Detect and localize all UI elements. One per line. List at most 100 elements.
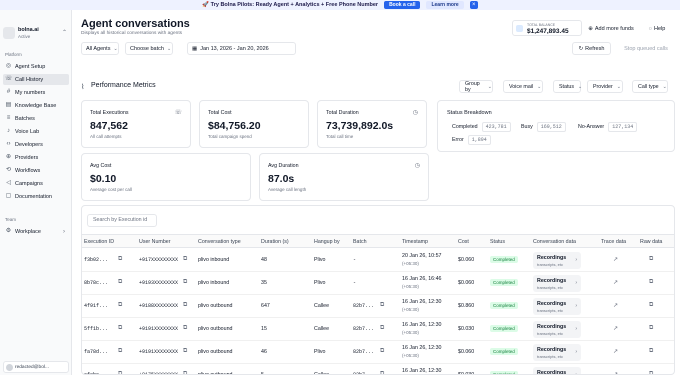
timestamp: 16 Jan 26, 16:46: [402, 276, 442, 282]
copy-icon[interactable]: ⧉: [649, 256, 653, 263]
recordings-button[interactable]: Recordingstranscripts, etc›: [533, 252, 581, 269]
sidebar-item-batches[interactable]: ≡ Batches: [3, 113, 69, 124]
timestamp: 16 Jan 26, 12:30: [402, 299, 442, 305]
sidebar-item-documentation[interactable]: ▢ Documentation: [3, 191, 69, 202]
column-header[interactable]: Raw data: [640, 239, 662, 245]
org-avatar: [3, 27, 15, 39]
batch-id: -: [353, 280, 357, 286]
sidebar-item-agent-setup[interactable]: ◎ Agent Setup: [3, 61, 69, 72]
date-range-value: Jan 13, 2026 - Jan 20, 2026: [200, 45, 269, 52]
column-header[interactable]: Hangup by: [314, 239, 340, 245]
group-by-dropdown[interactable]: Group by ⌄: [459, 80, 493, 93]
date-range-picker[interactable]: ▦ Jan 13, 2026 - Jan 20, 2026: [187, 42, 296, 55]
external-link-icon[interactable]: ↗: [613, 371, 618, 374]
call-type-dropdown[interactable]: Call type ⌄: [632, 80, 668, 93]
status-badge: Completed: [490, 325, 518, 332]
hangup-by: Callee: [314, 326, 330, 332]
clock-icon: ◷: [412, 110, 418, 116]
copy-icon[interactable]: ⧉: [649, 302, 653, 309]
copy-icon[interactable]: ⧉: [118, 302, 122, 309]
sidebar-item-workflows[interactable]: ⟲ Workflows: [3, 165, 69, 176]
external-link-icon[interactable]: ↗: [613, 325, 618, 332]
copy-icon[interactable]: ⧉: [649, 348, 653, 355]
execution-id[interactable]: 4f91f...: [84, 303, 108, 309]
copy-icon[interactable]: ⧉: [649, 371, 653, 374]
column-header[interactable]: Trace data: [601, 239, 626, 245]
add-funds-button[interactable]: ⊕ Add more funds: [586, 22, 636, 35]
copy-icon[interactable]: ⧉: [183, 302, 187, 309]
sidebar-item-workplace[interactable]: ⚙ Workplace ›: [3, 226, 69, 237]
table-row[interactable]: fa78d... ⧉ +9191XXXXXXXX ⧉ plivo outbound 46 P…: [82, 341, 674, 364]
copy-icon[interactable]: ⧉: [118, 348, 122, 355]
recordings-button[interactable]: Recordingstranscripts, etc›: [533, 367, 581, 375]
provider-dropdown[interactable]: Provider ⌄: [587, 80, 623, 93]
external-link-icon[interactable]: ↗: [613, 348, 618, 355]
copy-icon[interactable]: ⧉: [183, 256, 187, 263]
stop-queued-calls-button[interactable]: Stop queued calls: [616, 42, 676, 55]
execution-id[interactable]: f3b02...: [84, 257, 108, 263]
copy-icon[interactable]: ⧉: [380, 371, 384, 374]
column-header[interactable]: Status: [490, 239, 505, 245]
learn-more-button[interactable]: Learn more: [426, 1, 464, 9]
column-header[interactable]: Timestamp: [402, 239, 428, 245]
metric-sub: Total campaign spend: [208, 134, 252, 139]
column-header[interactable]: Batch: [353, 239, 367, 245]
copy-icon[interactable]: ⧉: [380, 302, 384, 309]
copy-icon[interactable]: ⧉: [118, 371, 122, 374]
sidebar-item-voice-lab[interactable]: ♪ Voice Lab: [3, 126, 69, 137]
sidebar-item-my-numbers[interactable]: # My numbers: [3, 87, 69, 98]
column-header[interactable]: Execution ID: [84, 239, 114, 245]
copy-icon[interactable]: ⧉: [380, 325, 384, 332]
help-button[interactable]: ◌ Help: [639, 22, 675, 35]
refresh-button[interactable]: ↻ Refresh: [572, 42, 611, 55]
execution-id[interactable]: fa78d...: [84, 349, 108, 355]
sidebar-item-label: My numbers: [15, 89, 46, 96]
voice-mail-dropdown[interactable]: Voice mail ⌄: [503, 80, 543, 93]
status-dropdown[interactable]: Status ⌄: [553, 80, 582, 93]
copy-icon[interactable]: ⧉: [649, 325, 653, 332]
copy-icon[interactable]: ⧉: [183, 279, 187, 286]
copy-icon[interactable]: ⧉: [118, 256, 122, 263]
agent-select[interactable]: All Agents ⌄: [81, 42, 119, 55]
copy-icon[interactable]: ⧉: [183, 325, 187, 332]
copy-icon[interactable]: ⧉: [183, 371, 187, 374]
recordings-button[interactable]: Recordingstranscripts, etc›: [533, 298, 581, 315]
column-header[interactable]: Cost: [458, 239, 469, 245]
external-link-icon[interactable]: ↗: [613, 279, 618, 286]
external-link-icon[interactable]: ↗: [613, 256, 618, 263]
copy-icon[interactable]: ⧉: [118, 279, 122, 286]
sidebar-item-providers[interactable]: ⊕ Providers: [3, 152, 69, 163]
copy-icon[interactable]: ⧉: [183, 348, 187, 355]
banner-text: 🚀 Try Bolna Pilots: Ready Agent + Analyt…: [202, 2, 379, 8]
column-header[interactable]: Conversation type: [198, 239, 241, 245]
recordings-label: Recordings: [537, 370, 567, 375]
execution-id[interactable]: 8b78c...: [84, 280, 108, 286]
recordings-button[interactable]: Recordingstranscripts, etc›: [533, 344, 581, 361]
column-header[interactable]: Conversation data: [533, 239, 576, 245]
table-row[interactable]: 4f91f... ⧉ +9188XXXXXXXX ⧉ plivo outbound 647…: [82, 295, 674, 318]
sidebar-item-developers[interactable]: ‹› Developers: [3, 139, 69, 150]
column-header[interactable]: User Number: [139, 239, 171, 245]
execution-id[interactable]: 5ff1b...: [84, 326, 108, 332]
recordings-button[interactable]: Recordingstranscripts, etc›: [533, 275, 581, 292]
section-team: Team: [5, 217, 17, 222]
batch-select[interactable]: Choose batch ⌄: [125, 42, 173, 55]
sidebar-item-knowledge-base[interactable]: ▤ Knowledge Base: [3, 100, 69, 111]
table-row[interactable]: afebc... ⧉ +8175XXXXXXXX ⧉ plivo outbound 5 Ca…: [82, 364, 674, 375]
table-row[interactable]: 5ff1b... ⧉ +9191XXXXXXXX ⧉ plivo outbound 15 C…: [82, 318, 674, 341]
column-header[interactable]: Duration (s): [261, 239, 289, 245]
table-row[interactable]: f3b02... ⧉ +917XXXXXXXXX ⧉ plivo inbound 48 Pl…: [82, 249, 674, 272]
close-icon[interactable]: ×: [469, 1, 478, 9]
copy-icon[interactable]: ⧉: [649, 279, 653, 286]
external-link-icon[interactable]: ↗: [613, 302, 618, 309]
copy-icon[interactable]: ⧉: [380, 348, 384, 355]
sidebar-item-campaigns[interactable]: ◁ Campaigns: [3, 178, 69, 189]
sidebar-item-call-history[interactable]: ☏ Call History: [3, 74, 69, 85]
copy-icon[interactable]: ⧉: [118, 325, 122, 332]
search-input[interactable]: Search by Execution id: [87, 214, 157, 227]
table-row[interactable]: 8b78c... ⧉ +9193XXXXXXXX ⧉ plivo inbound 35 Pl…: [82, 272, 674, 295]
recordings-button[interactable]: Recordingstranscripts, etc›: [533, 321, 581, 338]
user-menu[interactable]: redacted@bol...: [3, 361, 69, 373]
org-switcher[interactable]: bolna.ai Active ⌃: [3, 26, 69, 42]
book-call-button[interactable]: Book a call: [384, 1, 421, 9]
